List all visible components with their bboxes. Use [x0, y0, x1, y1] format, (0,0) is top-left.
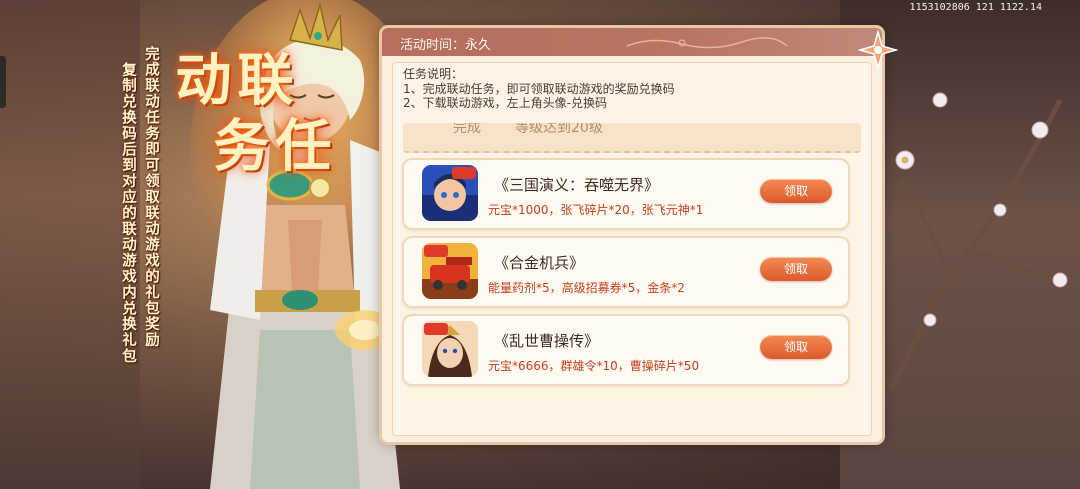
- debug-coords: 1153102806 121 1122.14: [909, 2, 1042, 13]
- panel-header: 活动时间：永久: [382, 28, 882, 56]
- task-card: 《合金机兵》 能量药剂*5，高级招募券*5，金条*2 领取: [404, 238, 848, 306]
- task-rewards: 元宝*6666，群雄令*10，曹操碎片*50: [488, 359, 700, 373]
- claim-button[interactable]: 领取: [760, 335, 832, 359]
- linked-task-panel: 活动时间：永久 任务说明： 1、完成联动任务，即可领取联动游戏的奖励兑换码 2、…: [382, 28, 882, 442]
- side-handle: [0, 56, 6, 108]
- task-game-name: 《乱世曹操传》: [494, 332, 600, 350]
- task-card: 《乱世曹操传》 元宝*6666，群雄令*10，曹操碎片*50 领取: [404, 316, 848, 384]
- activity-time: 活动时间：永久: [400, 38, 492, 53]
- task-rewards: 元宝*1000，张飞碎片*20，张飞元神*1: [488, 203, 704, 217]
- dashed-divider: [403, 123, 861, 153]
- task-game-name: 《三国演义：吞噬无界》: [494, 176, 660, 194]
- promo-description-col1: 完成联动任务即可领取联动游戏的礼包奖励: [143, 46, 159, 349]
- task-instructions: 任务说明： 1、完成联动任务，即可领取联动游戏的奖励兑换码 2、下载联动游戏，左…: [403, 67, 863, 111]
- task-instructions-title: 任务说明：: [403, 67, 464, 81]
- task-instructions-line2: 2、下载联动游戏，左上角头像-兑换码: [403, 96, 607, 110]
- sanguo-game-icon: [422, 165, 478, 221]
- task-game-name: 《合金机兵》: [494, 254, 585, 272]
- task-card: 《三国演义：吞噬无界》 元宝*1000，张飞碎片*20，张飞元神*1 领取: [404, 160, 848, 228]
- plum-blossom-decoration: [887, 92, 1071, 392]
- task-instructions-line1: 1、完成联动任务，即可领取联动游戏的奖励兑换码: [403, 81, 675, 96]
- game-screen: 1153102806 121 1122.14 联动 任务 完成联动任务即可领取联…: [0, 0, 1080, 489]
- claim-button[interactable]: 领取: [760, 257, 832, 281]
- caocao-game-icon: [422, 321, 478, 377]
- promo-description-col2: 复制兑换码后到对应的联动游戏内兑换礼包: [120, 62, 136, 365]
- task-rewards: 能量药剂*5，高级招募券*5，金条*2: [488, 281, 685, 295]
- scrolled-task-row: 完成 等级达到20级: [403, 123, 861, 153]
- star-ornament-icon: [858, 30, 898, 70]
- next-task-card-peek: [404, 388, 848, 400]
- claim-button[interactable]: 领取: [760, 179, 832, 203]
- promo-title-line1: 联动: [166, 50, 294, 106]
- heji-jibing-game-icon: [422, 243, 478, 299]
- cloud-ornament: [626, 37, 788, 49]
- promo-title-line2: 任务: [204, 116, 332, 172]
